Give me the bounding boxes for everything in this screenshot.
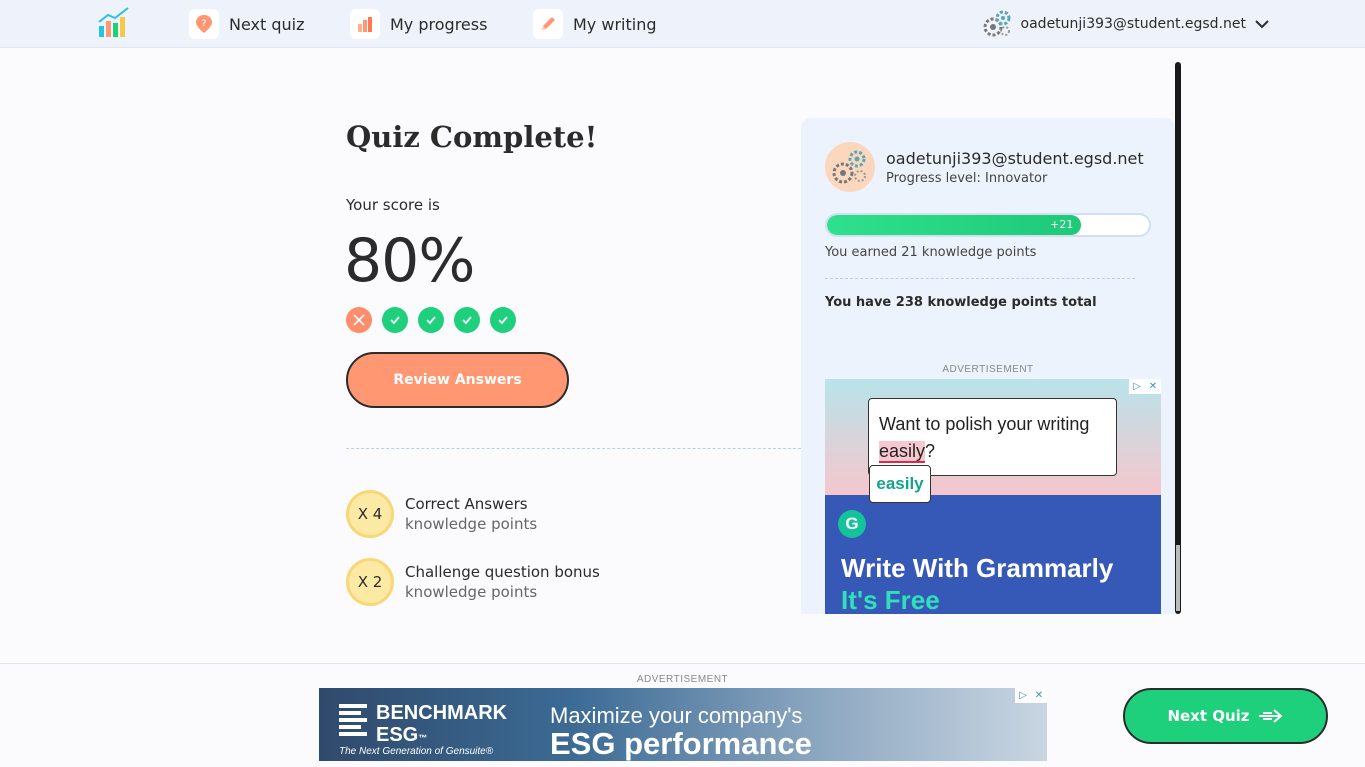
earned-points-text: You earned 21 knowledge points xyxy=(825,245,1037,260)
user-email: oadetunji393@student.egsd.net xyxy=(1020,16,1246,32)
benchmark-logo-icon xyxy=(339,704,367,738)
nav-label: Next quiz xyxy=(229,14,305,34)
wrong-answer-icon xyxy=(346,307,372,333)
points-row-challenge: X 2 Challenge question bonus knowledge p… xyxy=(346,558,600,606)
map-pin-icon: ? xyxy=(189,9,219,39)
profile-email: oadetunji393@student.egsd.net xyxy=(886,149,1144,168)
points-title: Correct Answers xyxy=(405,495,528,513)
correct-answer-icon xyxy=(418,307,444,333)
profile-panel: oadetunji393@student.egsd.net Progress l… xyxy=(801,118,1175,614)
ad-label: ADVERTISEMENT xyxy=(942,364,1034,375)
ad-suggestion: easily xyxy=(869,465,931,503)
chevron-down-icon xyxy=(1255,20,1269,29)
benchmark-esg-ad[interactable]: BENCHMARK ESG™ The Next Generation of Ge… xyxy=(319,688,1047,761)
ad-brand-line2: ESG xyxy=(376,724,419,746)
correct-answer-icon xyxy=(454,307,480,333)
user-menu[interactable]: oadetunji393@student.egsd.net xyxy=(981,8,1270,40)
ad-brand: BENCHMARK ESG™ xyxy=(376,702,507,749)
gears-avatar-icon xyxy=(983,10,1011,37)
correct-answer-icon xyxy=(490,307,516,333)
total-points-text: You have 238 knowledge points total xyxy=(825,295,1097,310)
svg-text:?: ? xyxy=(202,19,207,29)
next-quiz-button[interactable]: Next Quiz xyxy=(1123,688,1328,744)
app-logo-icon[interactable] xyxy=(97,6,133,38)
grammarly-logo-icon: G xyxy=(838,510,866,538)
nav-my-progress[interactable]: My progress xyxy=(350,9,487,39)
multiplier-coin: X 2 xyxy=(346,558,394,606)
ad-tagline: The Next Generation of Gensuite® xyxy=(339,746,494,757)
ad-brand-tm: ™ xyxy=(418,733,428,743)
nav-next-quiz[interactable]: ? Next quiz xyxy=(189,9,305,39)
grammarly-ad[interactable]: Want to polish your writing easily? easi… xyxy=(825,379,1161,614)
ad-bubble-text: Want to polish your writing xyxy=(879,414,1090,434)
points-row-correct: X 4 Correct Answers knowledge points xyxy=(346,490,537,538)
question-results xyxy=(346,307,516,333)
progress-level: Progress level: Innovator xyxy=(886,171,1048,186)
ad-bubble-word: easily xyxy=(879,441,926,463)
top-nav-bar: ? Next quiz My progress My writing oadet… xyxy=(0,0,1365,48)
close-icon[interactable]: ✕ xyxy=(1031,688,1047,703)
correct-answer-icon xyxy=(382,307,408,333)
nav-label: My writing xyxy=(573,14,657,34)
ad-headline: Write With Grammarly xyxy=(841,553,1114,583)
pencil-icon xyxy=(533,9,563,39)
points-title: Challenge question bonus xyxy=(405,563,600,581)
ad-headline-2: ESG performance xyxy=(550,726,812,761)
points-subtitle: knowledge points xyxy=(405,515,538,533)
ad-choices[interactable]: ▷ ✕ xyxy=(1129,379,1161,394)
ad-bubble-punct: ? xyxy=(925,441,936,461)
next-quiz-label: Next Quiz xyxy=(1167,707,1250,725)
nav-my-writing[interactable]: My writing xyxy=(533,9,656,39)
bar-chart-icon xyxy=(350,9,380,39)
adchoices-icon[interactable]: ▷ xyxy=(1129,379,1145,394)
progress-label: +21 xyxy=(1050,218,1074,231)
arrow-right-icon xyxy=(1258,709,1284,723)
points-subtitle: knowledge points xyxy=(405,583,538,601)
ad-brand-line1: BENCHMARK xyxy=(376,702,508,724)
multiplier-coin: X 4 xyxy=(346,490,394,538)
close-icon[interactable]: ✕ xyxy=(1145,379,1161,394)
ad-subline: It's Free xyxy=(841,585,940,614)
nav-label: My progress xyxy=(390,14,488,34)
knowledge-progress-bar: +21 xyxy=(825,213,1151,237)
gears-avatar-icon xyxy=(825,142,875,192)
panel-divider xyxy=(825,278,1135,279)
score-value: 80% xyxy=(344,226,475,296)
ad-label: ADVERTISEMENT xyxy=(636,674,729,685)
scrollbar-thumb[interactable] xyxy=(1176,545,1180,611)
review-answers-button[interactable]: Review Answers xyxy=(346,352,569,408)
section-divider xyxy=(346,448,801,449)
page-title: Quiz Complete! xyxy=(346,120,598,154)
adchoices-icon[interactable]: ▷ xyxy=(1015,688,1031,703)
progress-fill: +21 xyxy=(827,215,1082,235)
panel-scrollbar[interactable] xyxy=(1175,62,1181,614)
ad-choices[interactable]: ▷ ✕ xyxy=(1015,688,1047,703)
score-label: Your score is xyxy=(346,196,440,214)
